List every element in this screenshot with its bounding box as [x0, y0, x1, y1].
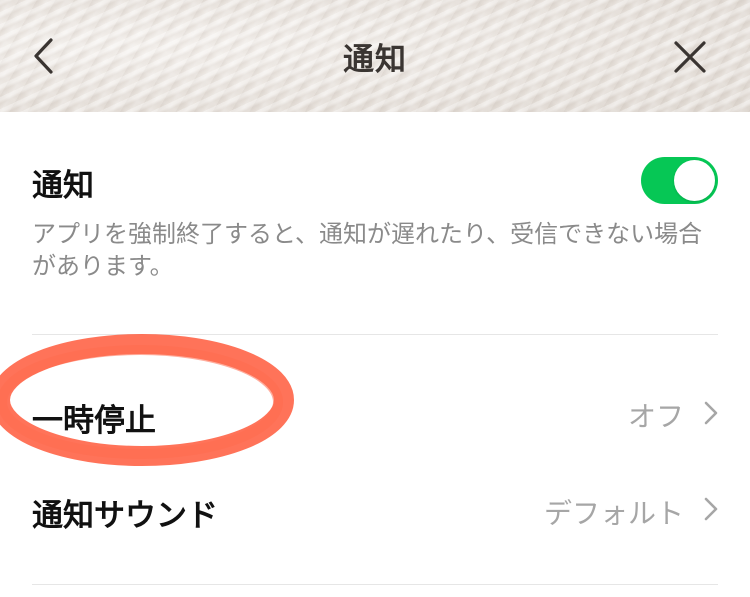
- pause-value: オフ: [627, 400, 684, 433]
- header-bar: 通知: [0, 0, 750, 112]
- toggle-knob: [674, 160, 715, 201]
- chevron-right-icon: [704, 497, 718, 521]
- notification-sound-value: デフォルト: [543, 497, 684, 530]
- notification-sound-label: 通知サウンド: [32, 498, 218, 534]
- notifications-toggle[interactable]: [641, 157, 718, 204]
- notifications-label: 通知: [32, 168, 94, 204]
- page-title: 通知: [343, 42, 407, 78]
- notifications-description: アプリを強制終了すると、通知が遅れたり、受信できない場合があります。: [32, 220, 703, 280]
- close-button[interactable]: [670, 37, 710, 77]
- divider: [32, 334, 718, 335]
- close-icon: [674, 41, 706, 73]
- chevron-right-icon: [704, 401, 718, 425]
- divider: [32, 584, 718, 585]
- pause-label: 一時停止: [32, 403, 156, 439]
- notification-settings-screen: 通知 通知 アプリを強制終了すると、通知が遅れたり、受信できない場合があります。…: [0, 0, 750, 597]
